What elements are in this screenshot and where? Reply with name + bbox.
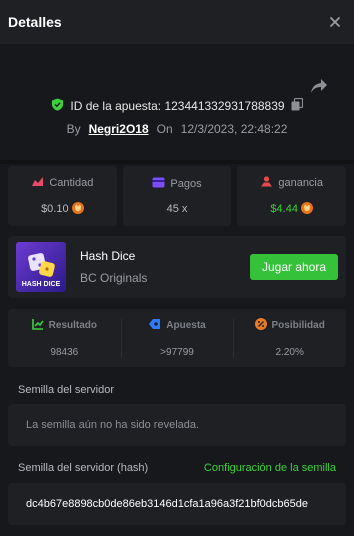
bet-id: ID de la apuesta: 123441332931788839 — [70, 99, 285, 113]
chance-value: 2.20% — [275, 347, 304, 358]
chance-label: Posibilidad — [271, 320, 325, 331]
game-provider: BC Originals — [80, 271, 148, 285]
shib-coin-icon — [300, 201, 313, 217]
bet-id-row: ID de la apuesta: 123441332931788839 — [0, 97, 354, 114]
shield-check-icon — [51, 98, 64, 114]
bet-stats: Cantidad $0.10 Pagos 45 x ganancia $4.44 — [8, 166, 347, 226]
profit-label: ganancia — [278, 176, 323, 189]
profit-stat: ganancia $4.44 — [237, 166, 347, 226]
seed-settings-link[interactable]: Configuración de la semilla — [204, 462, 336, 474]
server-seed-hash-box[interactable]: dc4b67e8898cb0de86eb3146d1cfa1a96a3f21bf… — [8, 483, 346, 525]
payout-stat: Pagos 45 x — [122, 166, 232, 226]
chance-stat: Posibilidad 2.20% — [233, 309, 346, 367]
profit-value-row: $4.44 — [270, 201, 313, 217]
amount-label: Cantidad — [49, 176, 94, 189]
game-card: HASH DICE Hash Dice BC Originals Jugar a… — [8, 236, 346, 298]
profit-value: $4.44 — [270, 203, 298, 215]
amount-stat: Cantidad $0.10 — [8, 166, 117, 226]
result-chart-icon — [31, 318, 44, 333]
chance-label-row: Posibilidad — [254, 318, 325, 333]
page-title: Detalles — [8, 14, 62, 30]
game-name: Hash Dice — [80, 249, 136, 263]
copy-icon[interactable] — [291, 97, 303, 114]
server-seed-hash-value: dc4b67e8898cb0de86eb3146d1cfa1a96a3f21bf… — [26, 498, 308, 510]
game-info: Hash Dice BC Originals — [80, 249, 250, 285]
result-stat: Resultado 98436 — [8, 309, 121, 367]
details-header: Detalles — [0, 0, 354, 44]
result-value: 98436 — [50, 347, 79, 358]
percent-icon — [254, 318, 267, 333]
bet-target-label-row: Apuesta — [148, 318, 206, 333]
bet-datetime: 12/3/2023, 22:48:22 — [180, 122, 288, 136]
bet-owner-row: By Negri2O18 On 12/3/2023, 22:48:22 — [0, 122, 354, 136]
section-divider — [0, 160, 354, 164]
amount-value: $0.10 — [41, 203, 69, 215]
shib-coin-icon — [71, 201, 84, 217]
on-label: On — [156, 122, 173, 136]
share-icon[interactable] — [308, 76, 330, 96]
server-seed-hash-label: Semilla del servidor (hash) — [18, 462, 149, 474]
amount-icon — [31, 176, 44, 190]
profit-stat-label-row: ganancia — [260, 175, 323, 190]
payout-icon — [152, 177, 165, 191]
bet-target-stat: Apuesta >97799 — [120, 309, 234, 367]
bet-target-value: >97799 — [160, 347, 194, 358]
close-icon[interactable] — [324, 11, 346, 33]
username-link[interactable]: Negri2O18 — [89, 122, 149, 136]
play-now-button[interactable]: Jugar ahora — [250, 254, 338, 280]
server-seed-box: La semilla aún no ha sido revelada. — [8, 404, 346, 446]
game-thumbnail[interactable]: HASH DICE — [16, 242, 66, 292]
bet-target-label: Apuesta — [166, 320, 206, 331]
server-seed-label: Semilla del servidor — [18, 384, 114, 396]
payout-stat-label-row: Pagos — [152, 177, 202, 191]
amount-value-row: $0.10 — [41, 201, 84, 217]
result-label: Resultado — [48, 320, 97, 331]
profit-icon — [260, 175, 273, 190]
payout-value: 45 x — [166, 203, 188, 215]
bet-tag-icon — [148, 318, 161, 333]
payout-value-row: 45 x — [167, 203, 188, 215]
result-stats: Resultado 98436 Apuesta >97799 Posibilid… — [8, 309, 346, 367]
by-label: By — [66, 122, 81, 136]
payout-label: Pagos — [170, 178, 202, 190]
game-thumbnail-text: HASH DICE — [21, 281, 61, 288]
result-label-row: Resultado — [31, 318, 97, 333]
server-seed-value: La semilla aún no ha sido revelada. — [26, 419, 200, 431]
amount-stat-label-row: Cantidad — [31, 176, 93, 190]
